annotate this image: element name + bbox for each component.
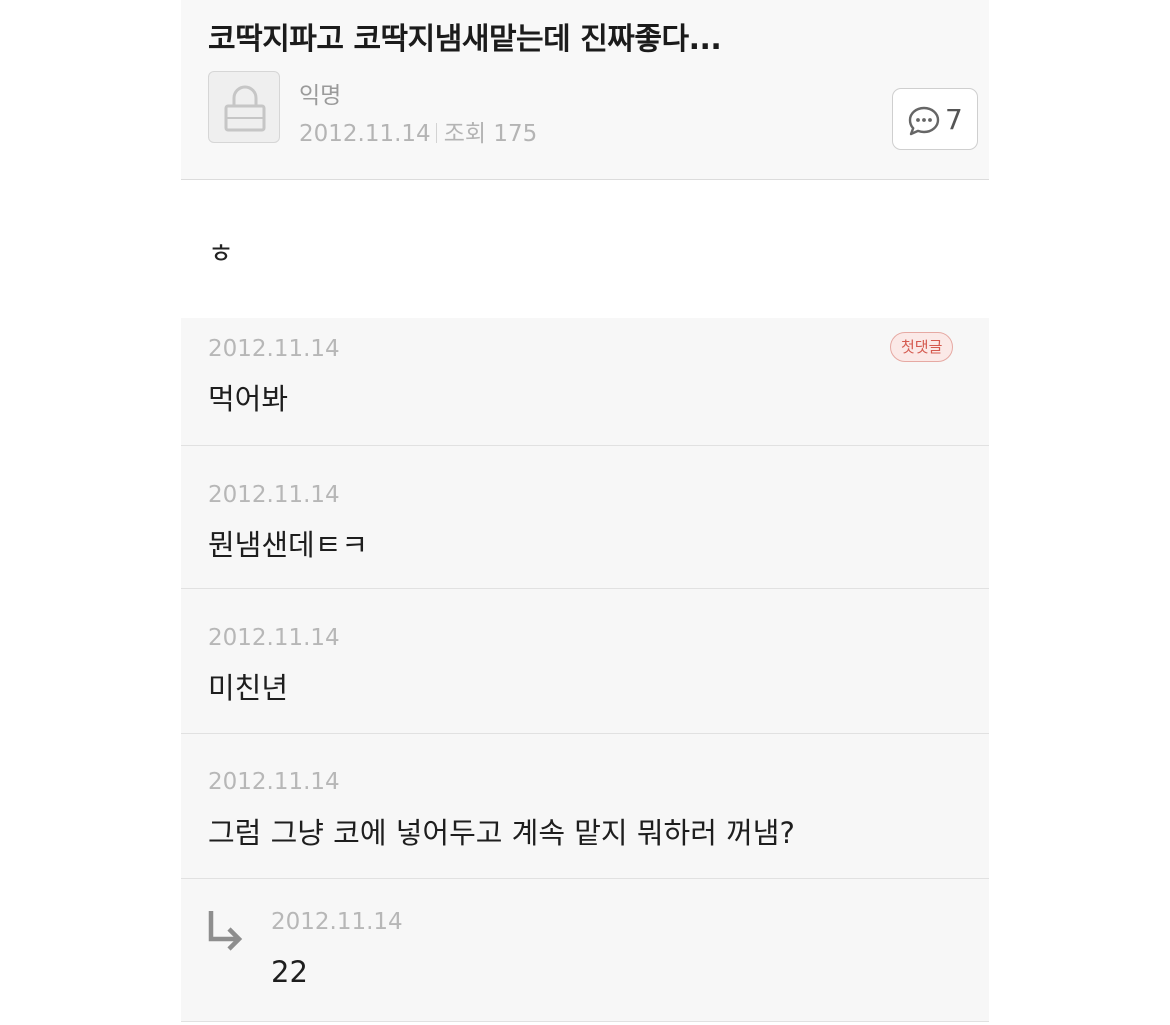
comment-text: 먹어봐 [208,382,289,416]
comment-text: 그럼 그냥 코에 넣어두고 계속 맡지 뭐하러 꺼냄? [208,816,795,850]
comment-count: 7 [945,103,963,136]
comment-count-button[interactable]: 7 [892,88,978,150]
comment-date: 2012.11.14 [208,482,340,508]
post-views: 조회 175 [443,121,538,147]
comment-item: 2012.11.14 미친년 [181,589,989,734]
reply-arrow-icon [208,911,243,951]
reply-text: 22 [271,955,308,989]
reply-date: 2012.11.14 [271,909,403,935]
meta-divider [435,123,437,143]
reply-item: 2012.11.14 22 [181,879,989,1022]
comment-item: 2012.11.14 첫댓글 먹어봐 [181,318,989,446]
comment-text: 뭔냄샌데ㅌㅋ [208,528,369,562]
lock-icon [224,85,266,132]
author-name: 익명 [299,83,342,109]
comment-date: 2012.11.14 [208,336,340,362]
comment-text: 미친년 [208,671,289,705]
comment-item: 2012.11.14 뭔냄샌데ㅌㅋ [181,446,989,589]
comment-date: 2012.11.14 [208,769,340,795]
post-view: 코딱지파고 코딱지냄새맡는데 진짜좋다... 익명 2012.11.14 조회 1… [181,0,989,1025]
speech-bubble-icon [908,106,940,136]
post-title: 코딱지파고 코딱지냄새맡는데 진짜좋다... [208,22,722,57]
first-comment-badge: 첫댓글 [890,332,954,362]
comment-date: 2012.11.14 [208,625,340,651]
post-header: 코딱지파고 코딱지냄새맡는데 진짜좋다... 익명 2012.11.14 조회 1… [181,0,989,180]
post-meta: 2012.11.14 조회 175 [299,114,537,148]
post-date: 2012.11.14 [299,121,431,147]
post-body: ㅎ [208,237,234,270]
author-avatar [208,71,280,143]
comment-list: 2012.11.14 첫댓글 먹어봐 2012.11.14 뭔냄샌데ㅌㅋ 201… [181,318,989,1022]
comment-item: 2012.11.14 그럼 그냥 코에 넣어두고 계속 맡지 뭐하러 꺼냄? [181,734,989,879]
